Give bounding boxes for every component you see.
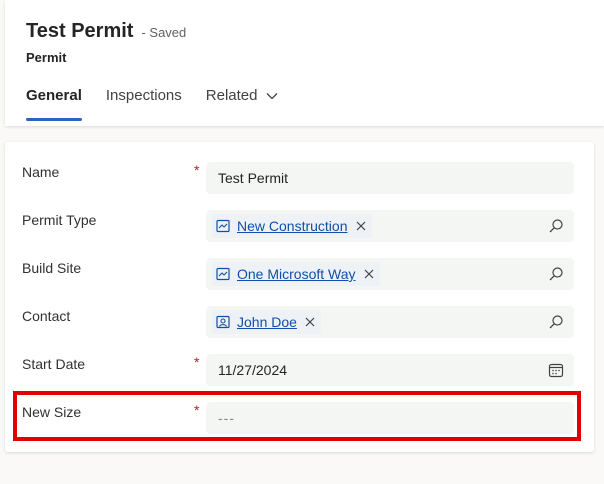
saved-status: - Saved [141,25,187,40]
required-indicator: * [194,354,200,370]
field-row-permit-type: Permit Type New Construction [5,210,594,244]
field-row-contact: Contact John Doe [5,306,594,340]
search-icon[interactable] [548,218,564,234]
lookup-tag-contact: John Doe [212,310,321,334]
record-title: Test Permit [26,20,134,42]
new-size-placeholder: --- [218,410,235,426]
entity-name: Permit [26,50,67,65]
chevron-down-icon [267,93,278,100]
tab-general-label: General [26,87,82,104]
tab-general[interactable]: General [26,84,82,122]
tab-inspections-label: Inspections [105,87,182,104]
field-row-build-site: Build Site One Microsoft Way [5,258,594,292]
lookup-tag-permit-type: New Construction [212,214,372,238]
tab-related[interactable]: Related [206,84,280,122]
field-row-name: Name * Test Permit [5,162,594,196]
tab-related-label: Related [205,87,258,104]
calendar-icon[interactable] [548,362,564,378]
contact-link[interactable]: John Doe [237,314,297,330]
form-section: Name * Test Permit Permit Type New Const… [5,142,594,452]
close-icon[interactable] [356,221,366,231]
field-row-start-date: Start Date * 11/27/2024 [5,354,594,388]
field-label-new-size: New Size [22,404,82,420]
build-site-link[interactable]: One Microsoft Way [237,266,356,282]
tab-list: General Inspections Related [26,84,303,122]
name-input[interactable]: Test Permit [206,162,574,194]
title-row: Test Permit - Saved [26,20,186,43]
close-icon[interactable] [364,269,374,279]
form-header: Test Permit - Saved Permit General Inspe… [5,0,604,126]
start-date-value: 11/27/2024 [218,362,288,378]
required-indicator: * [194,402,200,418]
lookup-tag-build-site: One Microsoft Way [212,262,380,286]
field-label-build-site: Build Site [22,260,82,276]
new-size-input[interactable]: --- [206,402,574,434]
entity-record-icon [216,267,230,281]
permit-type-lookup[interactable]: New Construction [206,210,574,242]
start-date-input[interactable]: 11/27/2024 [206,354,574,386]
field-label-name: Name [22,164,60,180]
name-value: Test Permit [218,170,289,186]
search-icon[interactable] [548,266,564,282]
contact-lookup[interactable]: John Doe [206,306,574,338]
field-label-contact: Contact [22,308,71,324]
search-icon[interactable] [548,314,564,330]
build-site-lookup[interactable]: One Microsoft Way [206,258,574,290]
close-icon[interactable] [305,317,315,327]
field-label-start-date: Start Date [22,356,86,372]
entity-record-icon [216,219,230,233]
tab-inspections[interactable]: Inspections [106,84,182,122]
field-label-permit-type: Permit Type [22,212,97,228]
contact-card-icon [216,315,230,329]
required-indicator: * [194,162,200,178]
permit-type-link[interactable]: New Construction [237,218,348,234]
field-row-new-size: New Size * --- [5,402,594,436]
